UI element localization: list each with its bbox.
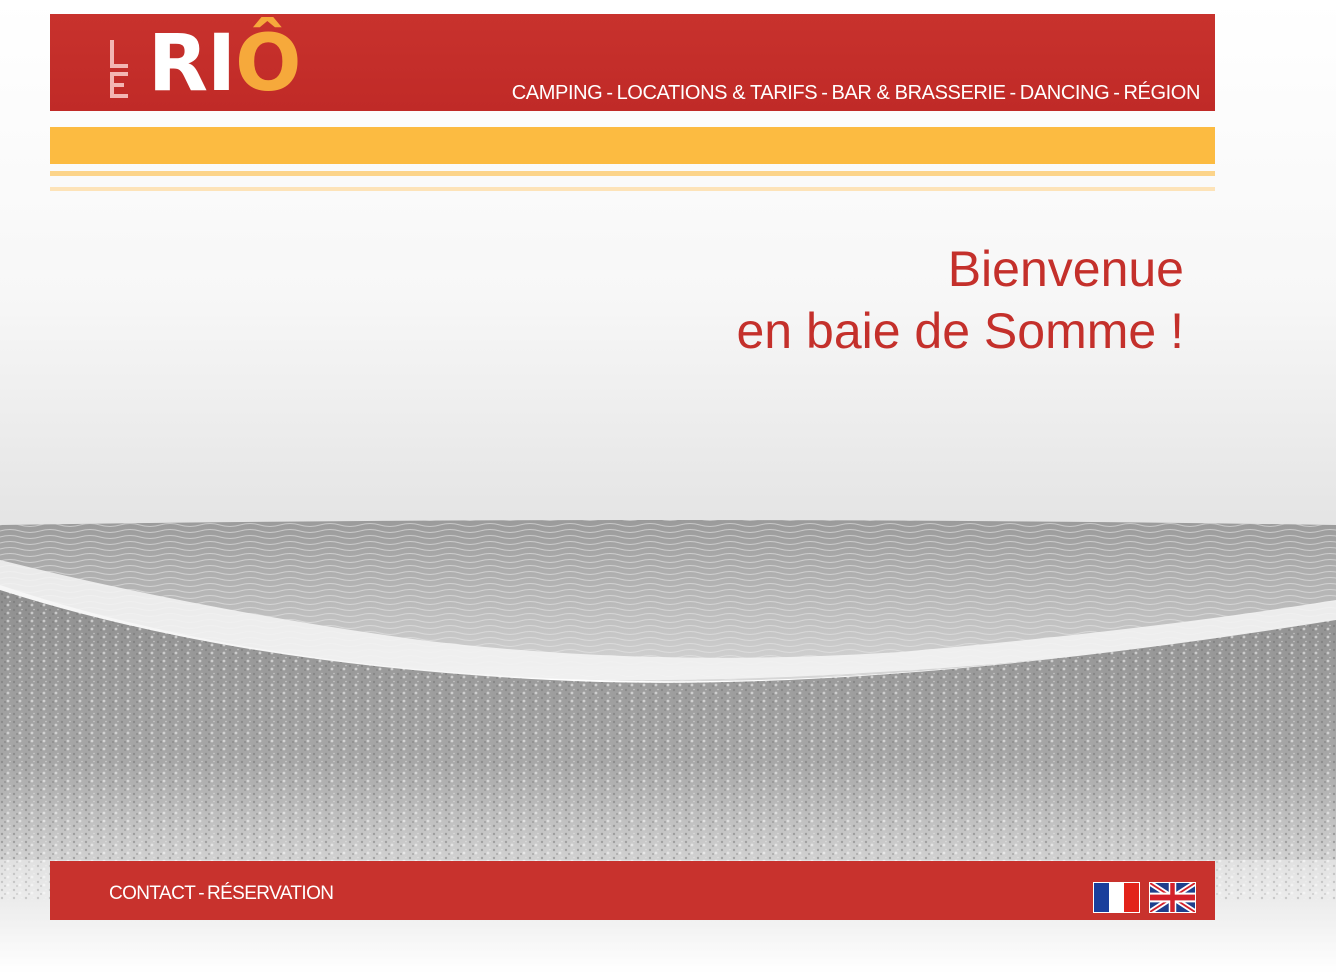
nav-separator: - (821, 82, 828, 104)
thin-stripe-1 (50, 171, 1215, 176)
nav-camping[interactable]: CAMPING (512, 82, 603, 104)
contact-link[interactable]: CONTACT (109, 883, 196, 904)
welcome-line-1: Bienvenue (947, 241, 1184, 297)
logo-rio-main: RI (148, 19, 236, 109)
footer-links: CONTACT - RÉSERVATION (109, 883, 334, 905)
flag-france-icon[interactable] (1093, 882, 1140, 913)
site-header: RIÔ CAMPING - LOCATIONS & TARIFS - BAR & BRA… (50, 14, 1215, 111)
footer-separator: - (198, 883, 204, 904)
nav-bar-brasserie[interactable]: BAR & BRASSERIE (831, 82, 1005, 104)
nav-region[interactable]: RÉGION (1124, 82, 1201, 104)
logo-rio-accent: Ô (235, 19, 301, 109)
orange-stripe (50, 127, 1215, 164)
welcome-heading: Bienvenue en baie de Somme ! (737, 238, 1185, 362)
reservation-link[interactable]: RÉSERVATION (207, 883, 334, 904)
le-rio-logo[interactable]: RIÔ (108, 24, 308, 106)
logo-rio-text: RIÔ (148, 24, 301, 104)
nav-locations-tarifs[interactable]: LOCATIONS & TARIFS (617, 82, 818, 104)
flag-uk-icon[interactable] (1149, 882, 1196, 913)
logo-le-mark (110, 40, 128, 98)
main-navigation: CAMPING - LOCATIONS & TARIFS - BAR & BRASSER… (512, 81, 1201, 105)
nav-dancing[interactable]: DANCING (1020, 82, 1110, 104)
site-footer: CONTACT - RÉSERVATION (50, 861, 1215, 920)
nav-separator: - (1113, 82, 1120, 104)
nav-separator: - (1009, 82, 1017, 104)
thin-stripe-2 (50, 187, 1215, 191)
nav-separator: - (606, 82, 613, 104)
welcome-line-2: en baie de Somme ! (736, 303, 1185, 359)
